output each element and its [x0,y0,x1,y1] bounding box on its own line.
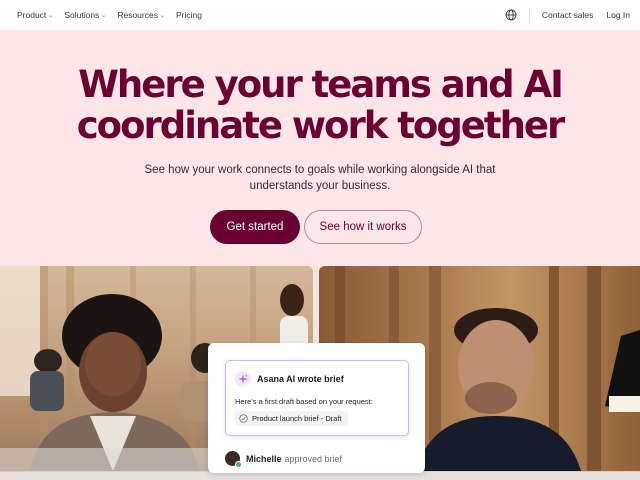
globe-icon[interactable] [505,9,517,21]
hero-subheading: See how your work connects to goals whil… [120,162,520,194]
nav-resources-label: Resources [117,10,158,20]
nav-solutions-label: Solutions [64,10,100,20]
nav-pricing[interactable]: Pricing [176,10,202,20]
nav-pricing-label: Pricing [176,10,202,20]
sparkle-icon [235,371,251,387]
nav-resources[interactable]: Resources ⌄ [117,10,165,20]
ai-card: Asana AI wrote brief Here’s a first draf… [208,343,425,473]
hero-subheading-line-2: understands your business. [249,180,391,192]
approved-text: approved brief [284,453,343,464]
nav-product[interactable]: Product ⌄ [17,10,53,20]
top-nav: Product ⌄ Solutions ⌄ Resources ⌄ Pricin… [0,0,640,30]
ai-brief-header: Asana AI wrote brief [235,371,344,387]
nav-product-label: Product [17,10,47,20]
hero-subheading-line-1: See how your work connects to goals whil… [144,164,496,176]
contact-sales-link[interactable]: Contact sales [542,10,594,20]
login-link[interactable]: Log In [606,10,630,20]
nav-right-group: Contact sales Log In [505,0,630,30]
hero-headline: Where your teams and AI coordinate work … [0,64,640,146]
ai-brief-box: Asana AI wrote brief Here’s a first draf… [225,360,409,436]
ai-brief-message: Here’s a first draft based on your reque… [235,397,373,406]
see-how-it-works-button[interactable]: See how it works [304,210,422,244]
hero-section: Where your teams and AI coordinate work … [0,30,640,266]
ai-brief-title: Asana AI wrote brief [257,374,344,384]
approver-name: Michelle [246,453,282,464]
avatar [225,451,242,468]
approval-line: Michelle approved brief [225,451,343,468]
chevron-down-icon: ⌄ [48,12,54,19]
nav-divider [528,8,530,22]
hero-headline-line-2: coordinate work together [76,104,566,147]
nav-solutions[interactable]: Solutions ⌄ [64,10,106,20]
chevron-down-icon: ⌄ [159,12,165,19]
chevron-down-icon: ⌄ [101,12,107,19]
hero-headline-line-1: Where your teams and AI [78,63,564,106]
draft-chip-label: Product launch brief - Draft [252,414,342,423]
check-circle-icon [239,414,248,423]
approved-status-dot [235,461,242,468]
draft-chip[interactable]: Product launch brief - Draft [235,411,348,426]
get-started-button[interactable]: Get started [210,210,300,244]
